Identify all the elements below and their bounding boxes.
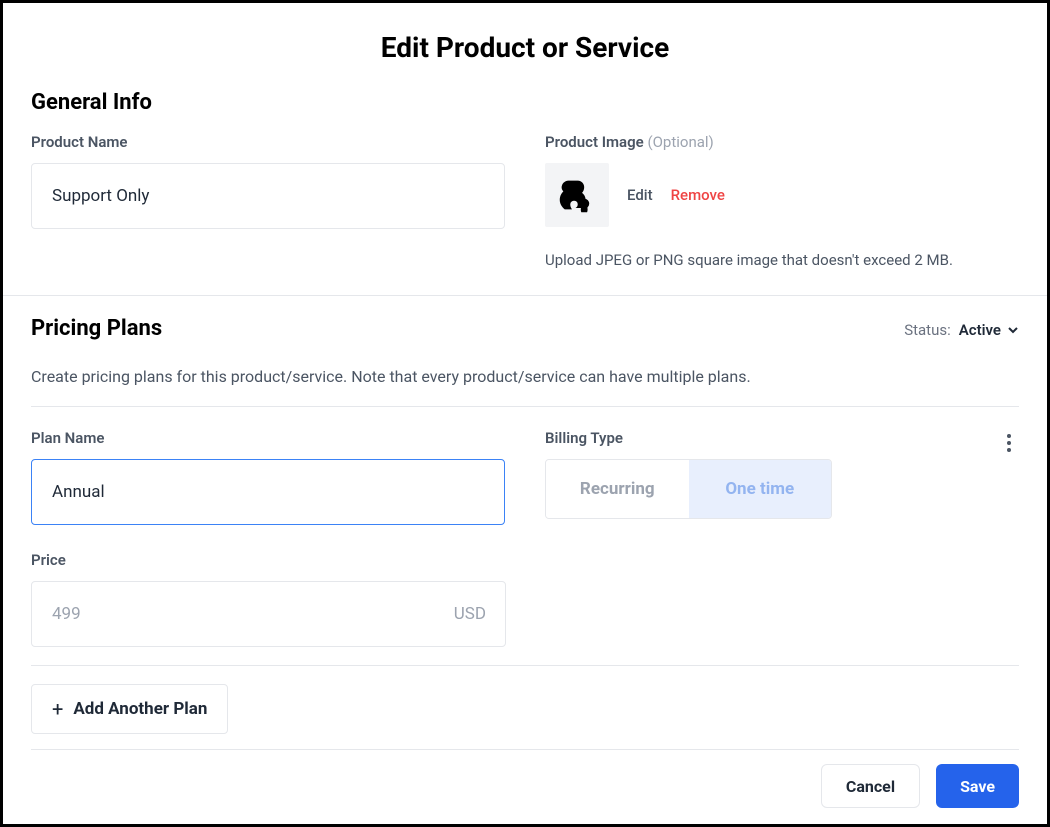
general-heading: General Info (31, 90, 1019, 115)
status-select[interactable]: Active (959, 321, 1019, 339)
image-help-text: Upload JPEG or PNG square image that doe… (545, 251, 1019, 269)
pricing-description: Create pricing plans for this product/se… (31, 367, 1019, 407)
status-value: Active (959, 321, 1001, 339)
pricing-plans-section: Pricing Plans Status: Active Create pric… (3, 296, 1047, 734)
product-image-label-text: Product Image (545, 133, 644, 151)
billing-recurring-option[interactable]: Recurring (546, 460, 689, 518)
footer-actions: Cancel Save (821, 764, 1019, 808)
add-another-plan-button[interactable]: + Add Another Plan (31, 684, 228, 734)
billing-type-toggle: Recurring One time (545, 459, 832, 519)
status-wrap: Status: Active (904, 321, 1019, 339)
price-input[interactable] (31, 581, 506, 647)
product-image-optional: (Optional) (647, 133, 713, 151)
plan-menu-button[interactable] (999, 433, 1019, 453)
billing-type-label: Billing Type (545, 429, 1019, 447)
plan-block: Plan Name Billing Type Recurring One tim… (31, 429, 1019, 666)
price-label: Price (31, 551, 1019, 569)
product-name-label: Product Name (31, 133, 505, 151)
footer-divider (31, 749, 1019, 750)
chevron-down-icon (1007, 324, 1019, 336)
billing-onetime-option[interactable]: One time (689, 460, 832, 518)
product-image-label: Product Image (Optional) (545, 133, 1019, 151)
plus-icon: + (52, 699, 63, 719)
plan-name-input[interactable] (31, 459, 505, 525)
page-title: Edit Product or Service (3, 3, 1047, 70)
status-label: Status: (904, 321, 951, 339)
plan-name-label: Plan Name (31, 429, 505, 447)
save-button[interactable]: Save (936, 764, 1019, 808)
remove-image-button[interactable]: Remove (671, 186, 725, 204)
product-image-thumbnail[interactable] (545, 163, 609, 227)
product-name-input[interactable] (31, 163, 505, 229)
edit-image-button[interactable]: Edit (627, 186, 653, 204)
general-info-section: General Info Product Name Product Image … (3, 70, 1047, 296)
pricing-heading: Pricing Plans (31, 316, 162, 341)
add-plan-label: Add Another Plan (73, 699, 207, 719)
cancel-button[interactable]: Cancel (821, 764, 920, 808)
gorilla-icon (554, 172, 600, 218)
